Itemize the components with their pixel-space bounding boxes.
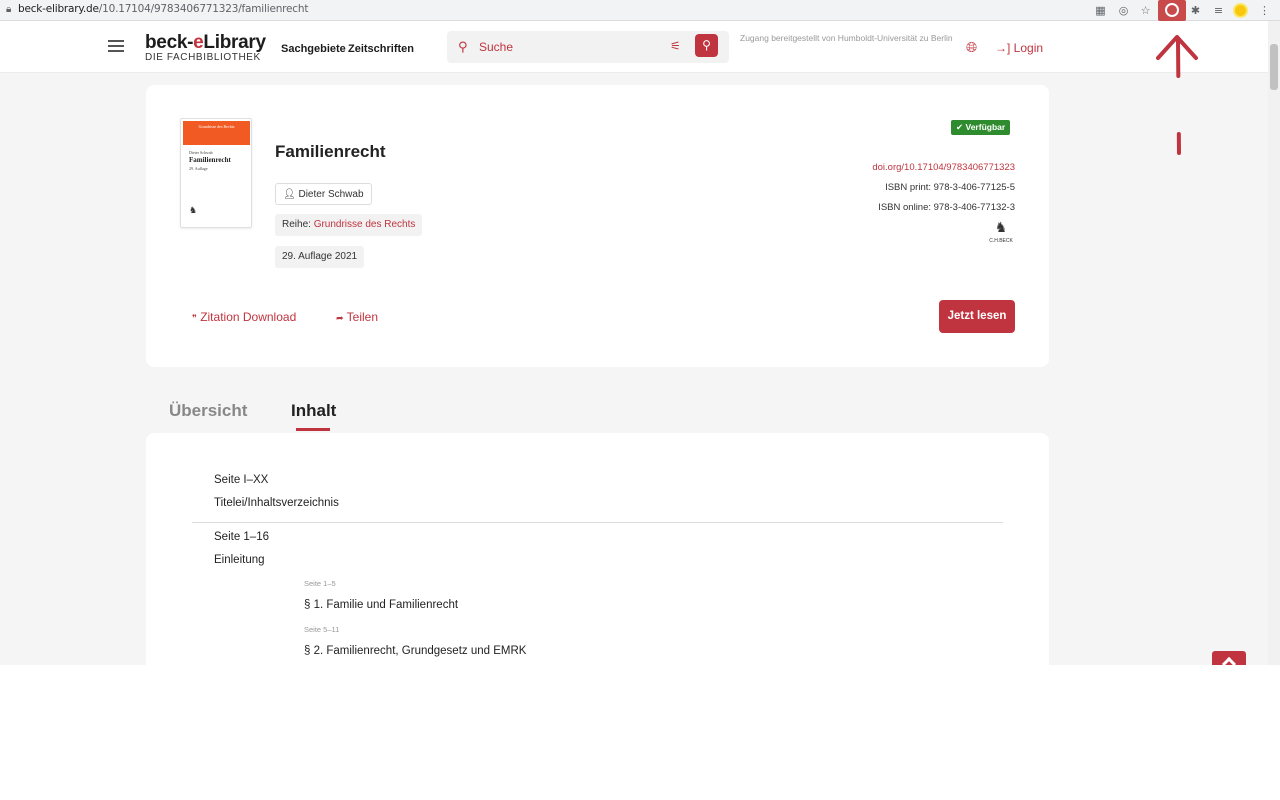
- toc-item-titelei[interactable]: Titelei/Inhaltsverzeichnis: [214, 497, 339, 509]
- browser-address-bar: 🔒︎ beck-elibrary.de/10.17104/97834067713…: [0, 0, 1280, 21]
- edition-chip: 29. Auflage 2021: [275, 246, 365, 268]
- nav-zeitschriften[interactable]: Zeitschriften: [348, 43, 414, 55]
- access-note: Zugang bereitgestellt von Humboldt-Unive…: [740, 33, 953, 43]
- tab-uebersicht[interactable]: Übersicht: [169, 401, 247, 421]
- toc-subpages: Seite 5–11: [304, 625, 340, 634]
- globe-icon[interactable]: 🌐︎: [966, 39, 977, 56]
- toc-panel: [146, 433, 1049, 665]
- toc-item-einleitung[interactable]: Einleitung: [214, 554, 265, 566]
- series-chip: Reihe: Grundrisse des Rechts: [275, 214, 423, 236]
- qr-code-icon[interactable]: ▦: [1093, 3, 1108, 18]
- site-header: beck-eLibrary DIE FACHBIBLIOTHEK Sachgeb…: [0, 21, 1268, 73]
- toc-subitem[interactable]: § 1. Familie und Familienrecht: [304, 599, 458, 611]
- nav-sachgebiete[interactable]: Sachgebiete: [281, 43, 346, 55]
- doi-link[interactable]: doi.org/10.17104/9783406771323: [872, 162, 1015, 173]
- toc-pages: Seite 1–16: [214, 531, 269, 543]
- more-menu-icon[interactable]: ⋮: [1257, 3, 1272, 18]
- series-link[interactable]: Grundrisse des Rechts: [314, 219, 416, 230]
- filter-icon[interactable]: ⚟: [670, 39, 681, 53]
- active-tab-indicator: [296, 428, 330, 431]
- url-field[interactable]: beck-elibrary.de/10.17104/9783406771323/…: [18, 3, 308, 15]
- search-input[interactable]: Suche: [479, 40, 513, 54]
- site-logo[interactable]: beck-eLibrary DIE FACHBIBLIOTHEK: [145, 33, 266, 63]
- isbn-print: ISBN print: 978-3-406-77125-5: [885, 182, 1015, 193]
- lock-icon: 🔒︎: [6, 4, 12, 15]
- share-button[interactable]: ➦ Teilen: [336, 310, 378, 324]
- search-box[interactable]: ⚲ Suche ⚟ ⚲: [447, 31, 729, 63]
- login-button[interactable]: →] Login: [995, 41, 1043, 55]
- book-title: Familienrecht: [275, 142, 386, 161]
- scroll-to-top-button[interactable]: [1212, 651, 1246, 665]
- citation-download-button[interactable]: ❞ Zitation Download: [192, 310, 296, 324]
- quote-icon: ❞: [192, 313, 197, 323]
- browser-viewport: 🔒︎ beck-elibrary.de/10.17104/97834067713…: [0, 0, 1280, 665]
- reading-list-icon[interactable]: ≡: [1211, 3, 1226, 18]
- publisher-logo: ♞ C.H.BECK: [989, 219, 1013, 244]
- share-icon: ➦: [336, 313, 344, 323]
- scrollbar[interactable]: [1268, 21, 1280, 665]
- author-chip[interactable]: 👤︎ Dieter Schwab: [275, 183, 372, 205]
- search-icon: ⚲: [458, 39, 468, 54]
- availability-badge: ✔ Verfügbar: [951, 120, 1011, 135]
- chevron-up-icon: [1221, 656, 1237, 665]
- extension-active-icon[interactable]: [1158, 0, 1186, 21]
- eye-off-icon[interactable]: ◎: [1116, 3, 1131, 18]
- toc-subpages: Seite 1–5: [304, 579, 336, 588]
- publisher-mark-icon: ♞: [189, 205, 198, 215]
- toc-pages: Seite I–XX: [214, 474, 269, 486]
- isbn-online: ISBN online: 978-3-406-77132-3: [878, 202, 1015, 213]
- read-now-button[interactable]: Jetzt lesen: [939, 300, 1015, 333]
- hamburger-menu-icon[interactable]: [108, 40, 124, 52]
- toc-divider: [192, 522, 1003, 523]
- profile-avatar[interactable]: [1233, 3, 1248, 18]
- scrollbar-thumb[interactable]: [1270, 44, 1278, 90]
- annotation-arrow: [1156, 35, 1198, 155]
- check-icon: ✔: [956, 122, 964, 132]
- tab-inhalt[interactable]: Inhalt: [291, 401, 336, 421]
- book-cover[interactable]: Grundrisse des Rechts Dieter Schwab Fami…: [180, 118, 252, 228]
- search-button[interactable]: ⚲: [695, 34, 718, 57]
- puzzle-icon[interactable]: ✱: [1188, 3, 1203, 18]
- toc-subitem[interactable]: § 2. Familienrecht, Grundgesetz und EMRK: [304, 645, 526, 657]
- person-icon: 👤︎: [283, 189, 296, 200]
- star-icon[interactable]: ☆: [1138, 3, 1153, 18]
